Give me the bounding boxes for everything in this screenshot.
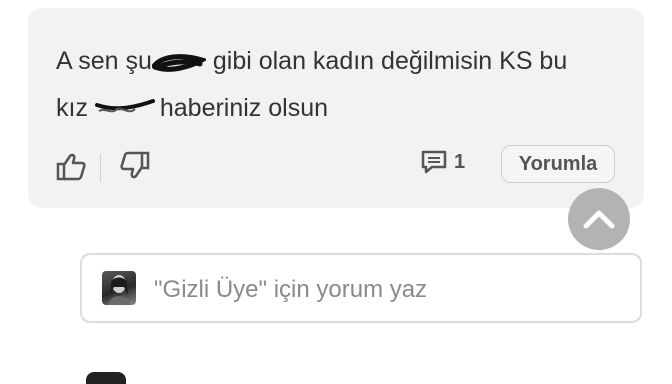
yorumla-button[interactable]: Yorumla: [501, 145, 615, 183]
comment-text-part: A sen şu: [56, 47, 152, 75]
reply-input[interactable]: [152, 269, 626, 311]
thumbs-up-icon: [56, 153, 86, 181]
comment-card: A sen şu gibi olan kadın değilmisin KS b…: [28, 8, 644, 208]
next-comment-avatar: [86, 372, 126, 384]
reply-count-button[interactable]: 1: [420, 149, 465, 175]
comment-text-part: gibi olan kadın değilmisin KS bu: [212, 47, 568, 75]
chevron-up-icon: [583, 210, 615, 229]
comment-text: A sen şu gibi olan kadın değilmisin KS b…: [56, 38, 626, 132]
redaction-scribble: [94, 99, 155, 119]
redaction-scribble: [151, 52, 206, 73]
comment-text-part: haberiniz olsun: [159, 94, 329, 122]
comment-text-part: kız: [56, 94, 88, 122]
avatar: [102, 271, 136, 305]
comment-icon: [421, 150, 447, 174]
scroll-to-top-button[interactable]: [568, 188, 630, 250]
dislike-button[interactable]: [118, 148, 152, 182]
reply-count: 1: [454, 150, 466, 173]
thumbs-down-icon: [120, 151, 150, 179]
like-button[interactable]: [54, 150, 88, 184]
divider: [100, 154, 101, 182]
reply-box: [80, 253, 642, 323]
comment-actions: 1 Yorumla: [28, 145, 644, 186]
